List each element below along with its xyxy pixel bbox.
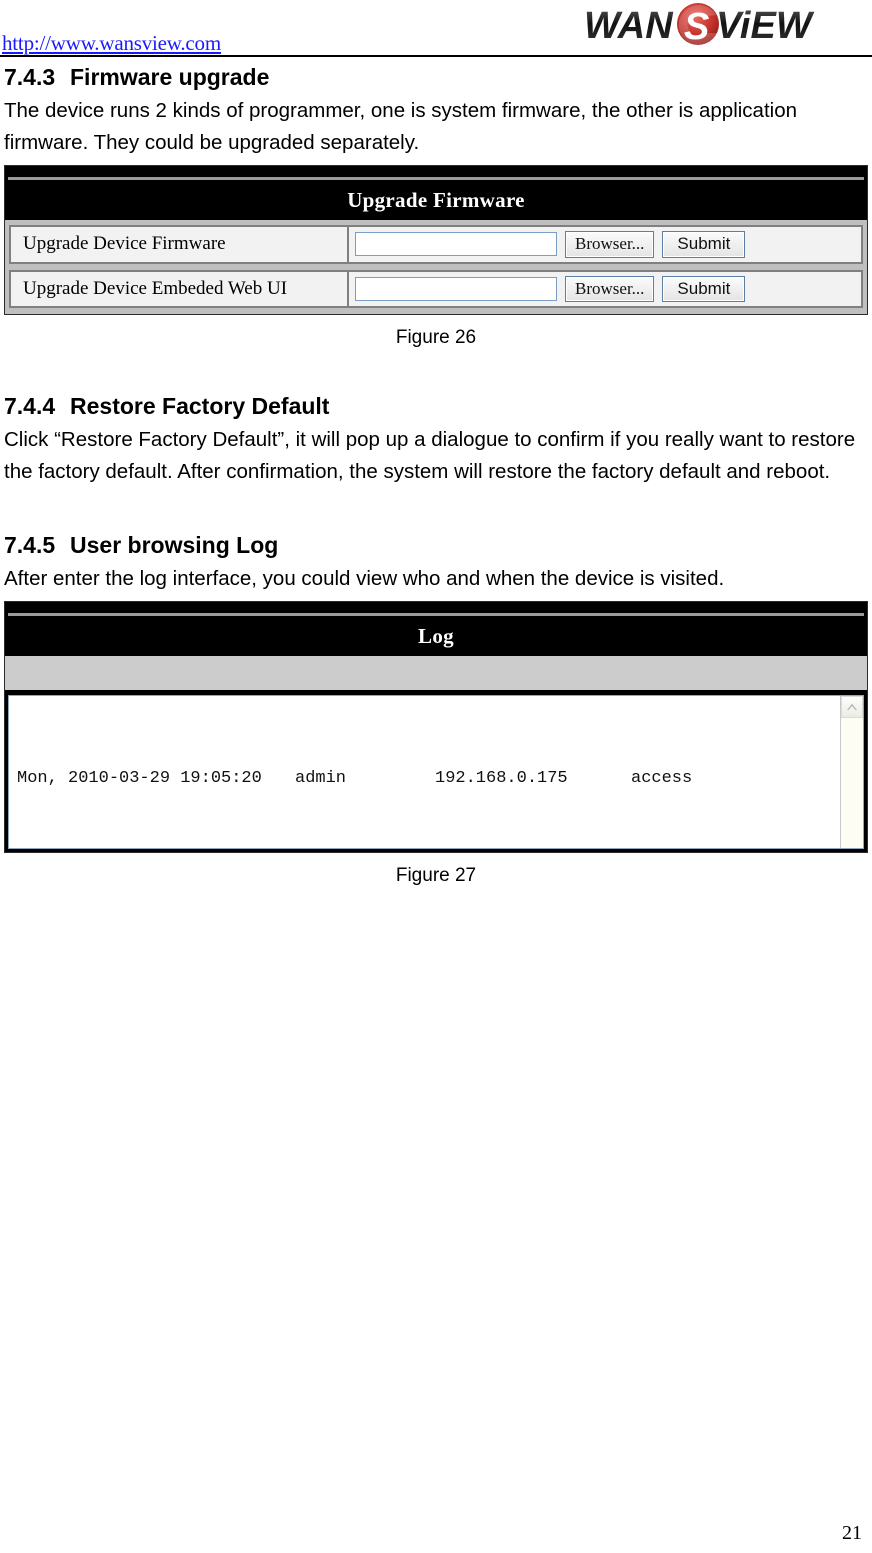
figure-27-caption: Figure 27 — [395, 865, 477, 887]
panel-top-accent — [8, 169, 864, 181]
upgrade-firmware-body: Upgrade Device Firmware Browser... Submi… — [5, 220, 867, 315]
firmware-row-device-firmware: Upgrade Device Firmware Browser... Submi… — [9, 225, 863, 264]
paragraph-user-browsing-log: After enter the log interface, you could… — [4, 567, 725, 591]
heading-title: Restore Factory Default — [70, 393, 330, 420]
svg-text:ViEW: ViEW — [716, 5, 815, 47]
svg-text:S: S — [684, 6, 709, 48]
heading-number: 7.4.4 — [4, 393, 56, 420]
webui-file-input[interactable] — [355, 276, 557, 301]
scroll-track[interactable] — [841, 718, 863, 849]
submit-button[interactable]: Submit — [662, 231, 746, 258]
heading-firmware-upgrade: 7.4.3 Firmware upgrade — [4, 64, 868, 91]
paragraph-firmware-upgrade: The device runs 2 kinds of programmer, o… — [4, 99, 798, 155]
document-page: http://www.wansview.com WAN S ViEW 7.4.3… — [0, 0, 872, 1553]
header-divider — [0, 55, 872, 57]
heading-number: 7.4.3 — [4, 64, 56, 90]
browse-button[interactable]: Browser... — [565, 275, 655, 303]
log-panel: Log Mon, 2010-03-29 19:05:20 admin 192.1… — [4, 601, 868, 854]
log-timestamp: Mon, 2010-03-29 19:05:20 — [17, 769, 262, 789]
firmware-row-controls: Browser... Submit — [349, 225, 863, 264]
panel-top-accent — [8, 605, 864, 617]
log-entry-row: Mon, 2010-03-29 19:05:20 admin 192.168.0… — [17, 768, 863, 790]
log-toolbar-area — [5, 656, 867, 691]
log-user: admin — [295, 769, 347, 789]
heading-title: User browsing Log — [70, 532, 279, 559]
svg-text:WAN: WAN — [584, 5, 674, 47]
page-number: 21 — [842, 1522, 862, 1544]
firmware-row-label: Upgrade Device Firmware — [9, 225, 349, 264]
browse-button[interactable]: Browser... — [565, 231, 655, 258]
firmware-row-label: Upgrade Device Embeded Web UI — [9, 269, 349, 309]
heading-user-browsing-log: 7.4.5 User browsing Log — [4, 532, 868, 559]
page-content: 7.4.3 Firmware upgrade The device runs 2 … — [0, 64, 872, 887]
firmware-row-web-ui: Upgrade Device Embeded Web UI Browser...… — [9, 269, 863, 309]
firmware-file-input[interactable] — [355, 232, 557, 257]
scroll-up-icon[interactable] — [841, 696, 863, 719]
heading-restore-factory-default: 7.4.4 Restore Factory Default — [4, 393, 868, 420]
upgrade-firmware-title: Upgrade Firmware — [5, 180, 867, 221]
log-ip: 192.168.0.175 — [435, 769, 568, 789]
log-action: access — [631, 769, 693, 789]
heading-title: Firmware upgrade — [70, 64, 270, 90]
log-panel-title: Log — [5, 616, 867, 657]
firmware-row-controls: Browser... Submit — [349, 269, 863, 309]
log-output-box: Mon, 2010-03-29 19:05:20 admin 192.168.0… — [8, 695, 864, 850]
submit-button[interactable]: Submit — [662, 275, 746, 303]
wansview-logo: WAN S ViEW — [548, 2, 868, 50]
heading-number: 7.4.5 — [4, 532, 56, 559]
page-header: http://www.wansview.com WAN S ViEW — [0, 0, 872, 57]
figure-26-caption: Figure 26 — [395, 327, 477, 349]
website-url-link[interactable]: http://www.wansview.com — [2, 33, 221, 54]
upgrade-firmware-panel: Upgrade Firmware Upgrade Device Firmware… — [4, 165, 868, 316]
log-scrollbar[interactable] — [840, 696, 863, 849]
paragraph-restore-factory-default: Click “Restore Factory Default”, it will… — [4, 428, 856, 484]
log-entry-list: Mon, 2010-03-29 19:05:20 admin 192.168.0… — [9, 696, 863, 848]
